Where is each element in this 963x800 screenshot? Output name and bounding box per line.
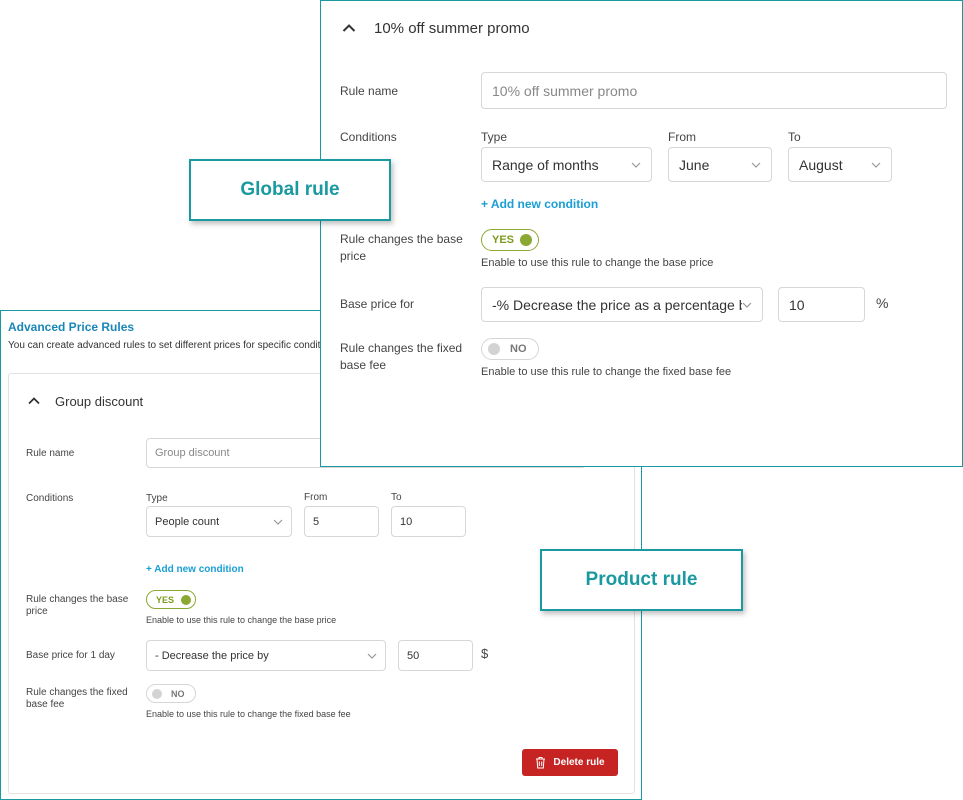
fixed-fee-toggle[interactable]: NO <box>481 338 539 360</box>
base-price-toggle-label: Rule changes the base price <box>26 594 129 617</box>
rule-header[interactable]: Group discount <box>25 392 143 410</box>
condition-from-label: From <box>304 492 328 503</box>
base-price-for-label: Base price for 1 day <box>26 650 115 661</box>
base-price-value-input[interactable]: 10 <box>778 287 865 322</box>
base-price-for-label: Base price for <box>340 297 415 311</box>
conditions-label: Conditions <box>26 493 74 504</box>
chevron-down-icon <box>367 653 377 659</box>
base-price-unit: % <box>876 295 889 311</box>
toggle-knob <box>152 688 162 699</box>
chevron-up-icon[interactable] <box>340 19 358 37</box>
panel-title: Advanced Price Rules <box>8 320 135 334</box>
rule-name-input[interactable]: 10% off summer promo <box>481 72 947 109</box>
rule-title: 10% off summer promo <box>374 19 530 37</box>
fixed-fee-hint: Enable to use this rule to change the fi… <box>481 366 732 378</box>
base-price-value-input[interactable]: 50 <box>398 640 473 671</box>
chevron-down-icon <box>631 162 641 168</box>
base-price-method-select[interactable]: -% Decrease the price as a percentage by <box>481 287 763 322</box>
panel-description: You can create advanced rules to set dif… <box>8 340 323 351</box>
delete-rule-button[interactable]: Delete rule <box>522 749 618 776</box>
condition-type-select[interactable]: People count <box>146 506 292 537</box>
condition-from-select[interactable]: June <box>668 147 772 182</box>
base-price-toggle-label: Rule changes the base price <box>340 232 463 263</box>
chevron-down-icon <box>871 162 881 168</box>
chevron-down-icon <box>273 519 283 525</box>
toggle-knob <box>488 343 500 355</box>
conditions-label: Conditions <box>340 130 397 144</box>
condition-to-select[interactable]: August <box>788 147 892 182</box>
condition-type-label: Type <box>481 130 508 144</box>
rule-header[interactable]: 10% off summer promo <box>340 19 530 37</box>
base-price-toggle[interactable]: YES <box>146 590 196 609</box>
condition-type-select[interactable]: Range of months <box>481 147 652 182</box>
chevron-down-icon <box>742 302 752 308</box>
base-price-toggle[interactable]: YES <box>481 229 539 251</box>
condition-to-input[interactable]: 10 <box>391 506 466 537</box>
condition-from-input[interactable]: 5 <box>304 506 379 537</box>
base-price-method-select[interactable]: - Decrease the price by <box>146 640 386 671</box>
base-price-hint: Enable to use this rule to change the ba… <box>146 615 337 625</box>
toggle-knob <box>520 234 532 246</box>
product-rule-callout: Product rule <box>540 549 743 611</box>
chevron-down-icon <box>751 162 761 168</box>
trash-icon <box>536 757 546 769</box>
rule-name-label: Rule name <box>26 448 75 459</box>
fixed-fee-hint: Enable to use this rule to change the fi… <box>146 709 351 719</box>
add-condition-link[interactable]: + Add new condition <box>481 197 598 211</box>
add-condition-link[interactable]: + Add new condition <box>146 564 244 575</box>
base-price-unit: $ <box>481 646 489 661</box>
global-rule-callout: Global rule <box>189 159 391 221</box>
base-price-hint: Enable to use this rule to change the ba… <box>481 257 714 269</box>
fixed-fee-toggle-label: Rule changes the fixed base fee <box>340 341 463 372</box>
global-rule-panel: 10% off summer promo Rule name 10% off s… <box>320 0 963 467</box>
rule-title: Group discount <box>55 393 144 409</box>
chevron-up-icon[interactable] <box>25 392 43 410</box>
fixed-fee-toggle[interactable]: NO <box>146 684 196 703</box>
condition-from-label: From <box>668 130 696 144</box>
condition-type-label: Type <box>146 493 168 504</box>
fixed-fee-toggle-label: Rule changes the fixed base fee <box>26 687 128 710</box>
condition-to-label: To <box>788 130 801 144</box>
toggle-knob <box>181 594 191 605</box>
condition-to-label: To <box>391 492 402 503</box>
rule-name-label: Rule name <box>340 84 399 98</box>
